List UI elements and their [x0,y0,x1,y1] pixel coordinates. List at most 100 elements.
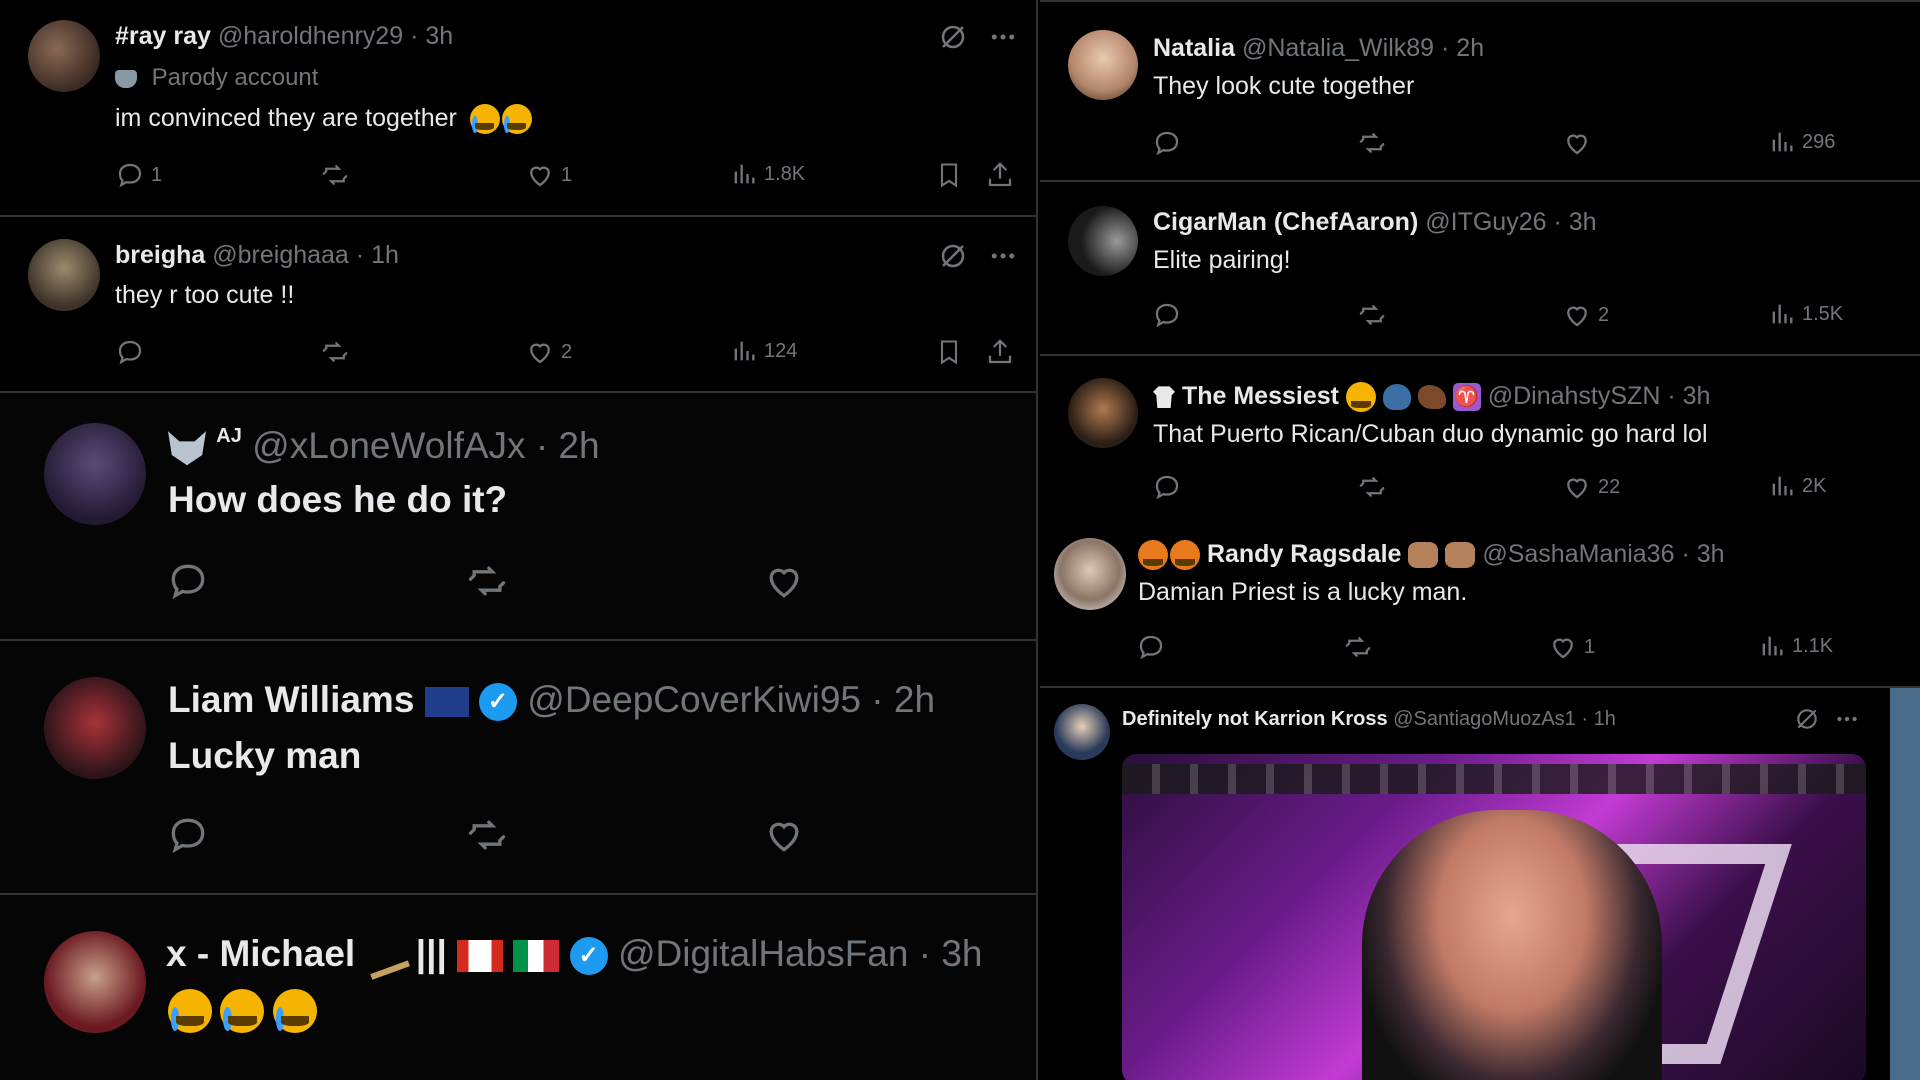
display-name[interactable]: Randy Ragsdale [1207,540,1402,568]
handle[interactable]: @SantiagoMuozAs1 [1393,708,1576,730]
avatar[interactable] [1068,378,1138,448]
like-button[interactable]: 1 [1548,632,1595,662]
heart-icon [530,166,550,187]
avatar[interactable] [1054,538,1126,610]
reply-button[interactable] [1152,300,1182,330]
tweet-card[interactable]: breigha @breighaaa · 1h they r too cute … [0,217,1036,393]
avatar[interactable] [28,239,100,311]
views-button[interactable]: 296 [1768,128,1835,156]
heart-icon [769,568,799,598]
grok-icon[interactable] [938,241,968,271]
display-name[interactable]: CigarMan (ChefAaron) [1153,208,1418,236]
retweet-button[interactable] [1355,128,1389,158]
handle[interactable]: @Natalia_Wilk89 [1242,34,1434,62]
display-name[interactable]: Natalia [1153,34,1235,62]
like-button[interactable]: 2 [525,337,572,367]
more-icon[interactable] [1834,706,1860,732]
tweet-card[interactable]: x - Michael ||| ✓ @DigitalHabsFan · 3h [0,895,1036,1080]
avatar[interactable] [1068,206,1138,276]
reply-button[interactable] [166,559,210,603]
display-name[interactable]: x - Michael [166,933,355,974]
bookmark-icon[interactable] [935,337,963,367]
tweet-card[interactable]: Randy Ragsdale @SashaMania36 · 3h Damian… [1040,522,1920,688]
handle[interactable]: @ITGuy26 [1425,208,1546,236]
timestamp[interactable]: · 3h [1553,208,1596,236]
timestamp[interactable]: · 2h [1441,34,1484,62]
handle[interactable]: @haroldhenry29 [218,22,403,50]
like-count: 1 [561,163,573,186]
crying-emoji-icon [469,104,500,135]
retweet-button[interactable] [1341,632,1375,662]
timestamp[interactable]: · 3h [410,22,453,50]
retweet-button[interactable] [1355,300,1389,330]
views-button[interactable]: 1.1K [1758,632,1833,660]
retweet-button[interactable] [462,559,512,603]
timestamp[interactable]: · 3h [1681,540,1724,568]
avatar[interactable] [1054,704,1110,760]
views-button[interactable]: 124 [730,337,797,365]
share-icon[interactable] [985,160,1015,190]
reply-button[interactable] [1152,128,1182,158]
views-button[interactable]: 2K [1768,472,1826,500]
bookmark-icon[interactable] [935,160,963,190]
handle[interactable]: @DigitalHabsFan [618,933,909,974]
views-button[interactable]: 1.8K [730,160,805,188]
reply-button[interactable] [1136,632,1166,662]
tweet-card[interactable]: The Messiest ♈ @DinahstySZN · 3h That Pu… [1040,356,1920,522]
timestamp[interactable]: · 2h [536,425,600,466]
more-icon[interactable] [988,241,1018,271]
like-button[interactable] [762,559,806,603]
media-image[interactable] [1122,754,1866,1080]
reply-button[interactable]: 1 [115,160,162,190]
views-button[interactable]: 1.5K [1768,300,1843,328]
avatar[interactable] [28,20,100,92]
display-name[interactable]: #ray ray [115,22,211,50]
reply-button[interactable] [115,337,151,367]
tweet-card[interactable]: #ray ray @haroldhenry29 · 3h Parody acco… [0,0,1036,217]
timestamp[interactable]: · 3h [1667,382,1710,410]
retweet-button[interactable] [1355,472,1389,502]
retweet-button[interactable] [318,160,352,190]
grok-icon[interactable] [938,22,968,52]
share-icon[interactable] [985,337,1015,367]
display-name[interactable]: AJ [216,425,242,447]
display-name[interactable]: Definitely not Karrion Kross [1122,708,1388,730]
handle[interactable]: @SashaMania36 [1482,540,1674,568]
tweet-card[interactable]: Liam Williams ✓ @DeepCoverKiwi95 · 2h Lu… [0,641,1036,895]
verified-badge-icon: ✓ [478,683,517,722]
like-button[interactable] [1562,128,1598,158]
handle[interactable]: @DinahstySZN [1488,382,1661,410]
like-button[interactable] [762,813,806,857]
like-count: 22 [1598,475,1621,498]
more-icon[interactable] [988,22,1018,52]
retweet-button[interactable] [462,813,512,857]
display-name[interactable]: Liam Williams [168,679,414,720]
tweet-card[interactable]: Definitely not Karrion Kross @SantiagoMu… [1040,688,1920,1080]
timestamp[interactable]: · 1h [1581,708,1615,730]
like-button[interactable]: 22 [1562,472,1620,502]
like-button[interactable]: 1 [525,160,572,190]
avatar[interactable] [44,423,146,525]
display-name[interactable]: The Messiest [1182,382,1339,410]
display-name[interactable]: breigha [115,241,205,269]
handle[interactable]: @xLoneWolfAJx [252,425,525,466]
timestamp[interactable]: · 2h [871,679,935,720]
reply-icon [118,163,142,188]
scrollbar[interactable] [1890,688,1920,1080]
grok-icon[interactable] [1794,706,1820,732]
timestamp[interactable]: · 1h [356,241,399,269]
handle[interactable]: @DeepCoverKiwi95 [527,679,861,720]
reply-button[interactable] [166,813,210,857]
tweet-card[interactable]: CigarMan (ChefAaron) @ITGuy26 · 3h Elite… [1040,180,1920,356]
timestamp[interactable]: · 3h [919,933,983,974]
reply-button[interactable] [1152,472,1182,502]
like-button[interactable]: 2 [1562,300,1609,330]
aries-icon: ♈ [1452,383,1481,412]
tweet-card[interactable]: Natalia @Natalia_Wilk89 · 2h They look c… [1040,0,1920,182]
retweet-button[interactable] [318,337,352,367]
avatar[interactable] [1068,30,1138,100]
handle[interactable]: @breighaaa [212,241,349,269]
tweet-card[interactable]: AJ @xLoneWolfAJx · 2h How does he do it? [0,393,1036,641]
avatar[interactable] [44,677,146,779]
avatar[interactable] [44,931,146,1033]
